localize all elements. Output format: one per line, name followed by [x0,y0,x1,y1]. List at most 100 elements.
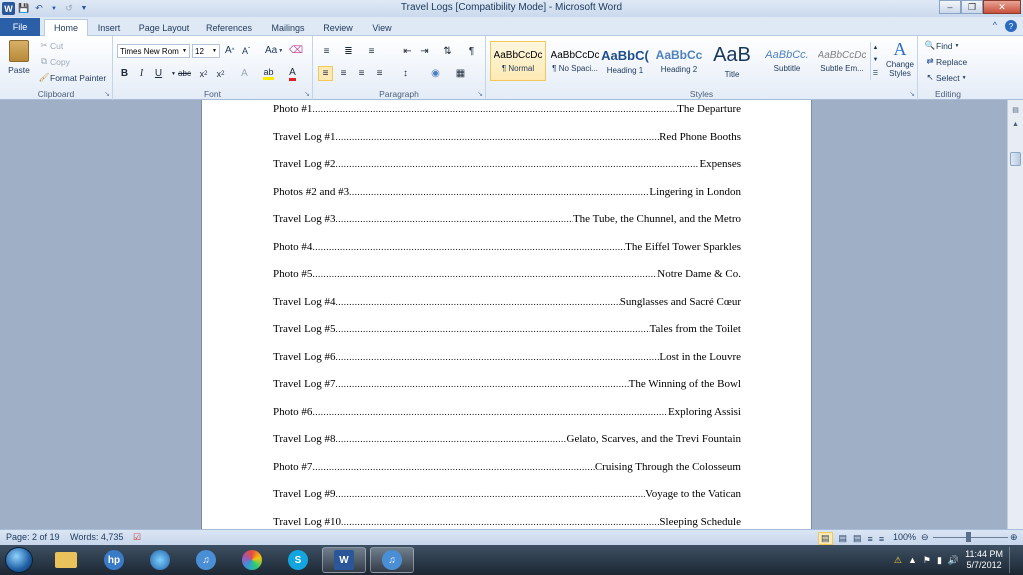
document-page[interactable]: Photo #1 The Departure Travel Log #1 Red Ph… [201,100,812,529]
toc-row[interactable]: Photo #4 The Eiffel Tower Sparkles [273,241,741,255]
change-styles-button[interactable]: A Change Styles [884,39,916,85]
format-painter-button[interactable]: 🖌 Format Painter [38,72,107,83]
style-subtle-emphasis[interactable]: AaBbCcDc Subtle Em... [814,41,870,81]
zoom-out-icon[interactable]: ⊖ [921,532,929,543]
minimize-ribbon-icon[interactable]: ^ [993,20,997,32]
scroll-thumb[interactable] [1010,152,1021,166]
minimize-button[interactable]: – [939,0,961,14]
tab-review[interactable]: Review [321,19,355,36]
volume-icon[interactable]: 🔊 [948,555,959,566]
underline-button[interactable]: U [151,66,166,81]
shading-button[interactable]: ◉ [428,66,443,81]
style-heading-1[interactable]: AaBbC( Heading 1 [597,41,653,81]
help-icon[interactable]: ? [1005,20,1017,32]
scroll-down-icon[interactable]: ▼ [873,57,879,63]
toc-row[interactable]: Travel Log #3 The Tube, the Chunnel, and … [273,213,741,227]
select-button[interactable]: ↖ Select ▼ [924,72,966,83]
zoom-slider-thumb[interactable] [966,532,971,542]
toc-row[interactable]: Travel Log #10 Sleeping Schedule [273,516,741,530]
sort-button[interactable]: ⇅ [440,44,455,59]
bold-button[interactable]: B [117,66,132,81]
page-count[interactable]: Page: 2 of 19 [6,532,60,542]
close-button[interactable]: ✕ [983,0,1021,14]
center-button[interactable]: ≡ [336,66,351,81]
paste-button[interactable]: Paste [6,40,32,80]
taskbar-itunes-open[interactable]: ♫ [370,547,414,573]
chevron-down-icon[interactable]: ▼ [212,48,217,54]
toc-row[interactable]: Photo #5 Notre Dame & Co. [273,268,741,282]
tab-mailings[interactable]: Mailings [267,19,309,36]
strikethrough-button[interactable]: abc [177,66,192,81]
taskbar-picasa[interactable] [230,547,274,573]
zoom-level[interactable]: 100% [893,532,916,542]
clipboard-launcher-icon[interactable]: ↘ [104,90,110,98]
toc-row[interactable]: Travel Log #5 Tales from the Toilet [273,323,741,337]
scroll-up-icon[interactable]: ▲ [1008,117,1023,132]
numbering-button[interactable]: ≣ [341,44,356,59]
style-heading-2[interactable]: AaBbCc Heading 2 [651,41,707,81]
taskbar-hp[interactable]: hp [92,547,136,573]
superscript-button[interactable]: x2 [213,66,228,81]
taskbar-word[interactable]: W [322,547,366,573]
font-launcher-icon[interactable]: ↘ [304,90,310,98]
taskbar-itunes[interactable]: ♫ [184,547,228,573]
justify-button[interactable]: ≡ [372,66,387,81]
tab-references[interactable]: References [203,19,255,36]
bullets-button[interactable]: ≡ [319,44,334,59]
font-color-button[interactable]: A [285,66,300,81]
draft-icon[interactable]: ≡ [879,534,884,544]
toc-row[interactable]: Travel Log #7 The Winning of the Bowl [273,378,741,392]
full-screen-icon[interactable]: ▤ [839,533,848,544]
taskbar-skype[interactable]: S [276,547,320,573]
style-title[interactable]: AaB Title [704,41,760,81]
ruler-toggle-icon[interactable]: ▤ [1008,102,1023,117]
web-layout-icon[interactable]: ▤ [853,533,862,544]
find-button[interactable]: 🔍 Find ▼ [924,40,960,51]
show-desktop-button[interactable] [1009,547,1017,573]
tab-insert[interactable]: Insert [92,19,126,36]
toc-row[interactable]: Photo #1 The Departure [273,103,741,117]
toc-row[interactable]: Travel Log #4 Sunglasses and Sacré Cœur [273,296,741,310]
toc-row[interactable]: Travel Log #6 Lost in the Louvre [273,351,741,365]
scroll-up-icon[interactable]: ▲ [873,45,879,51]
more-styles-icon[interactable]: ☰ [873,70,878,77]
multilevel-list-button[interactable]: ≡ [364,44,379,59]
network-icon[interactable]: ▮ [937,555,942,566]
word-count[interactable]: Words: 4,735 [70,532,123,542]
increase-indent-button[interactable]: ⇥ [417,44,432,59]
style-no-spacing[interactable]: AaBbCcDc ¶ No Spaci... [547,41,603,81]
shrink-font-button[interactable]: Aˇ [242,46,250,56]
subscript-button[interactable]: x2 [196,66,211,81]
change-case-button[interactable]: Aa ▼ [265,45,283,56]
toc-row[interactable]: Photo #7 Cruising Through the Colosseum [273,461,741,475]
toc-row[interactable]: Photos #2 and #3 Lingering in London [273,186,741,200]
align-left-button[interactable]: ≡ [318,66,333,81]
tab-file[interactable]: File [0,18,40,36]
print-layout-icon[interactable]: ▤ [818,532,833,545]
decrease-indent-button[interactable]: ⇤ [400,44,415,59]
cut-button[interactable]: ✂ Cut [38,40,63,51]
tab-view[interactable]: View [368,19,396,36]
styles-launcher-icon[interactable]: ↘ [909,90,915,98]
font-name-box[interactable]: Times New Rom ▼ [117,44,190,58]
vertical-scrollbar[interactable]: ▤ ▲ [1007,100,1023,529]
tab-home[interactable]: Home [44,19,88,36]
show-hidden-icon[interactable]: ▲ [908,555,917,565]
proofing-icon[interactable]: ☑ [133,532,141,543]
line-spacing-button[interactable]: ↕ [398,66,413,81]
toc-row[interactable]: Travel Log #8 Gelato, Scarves, and the Tr… [273,433,741,447]
toc-row[interactable]: Travel Log #1 Red Phone Booths [273,131,741,145]
chevron-down-icon[interactable]: ▼ [182,48,187,54]
action-center-icon[interactable]: ⚠ [894,555,902,566]
italic-button[interactable]: I [134,66,149,81]
styles-scroll[interactable]: ▲ ▼ ☰ [870,42,880,80]
paragraph-launcher-icon[interactable]: ↘ [477,90,483,98]
clock[interactable]: 11:44 PM 5/7/2012 [965,549,1003,571]
start-button[interactable] [5,547,33,573]
toc-row[interactable]: Travel Log #9 Voyage to the Vatican [273,488,741,502]
tab-page-layout[interactable]: Page Layout [136,19,192,36]
taskbar-browser[interactable] [138,547,182,573]
grow-font-button[interactable]: A ^ [225,45,235,56]
align-right-button[interactable]: ≡ [354,66,369,81]
outline-icon[interactable]: ≡ [868,534,873,544]
